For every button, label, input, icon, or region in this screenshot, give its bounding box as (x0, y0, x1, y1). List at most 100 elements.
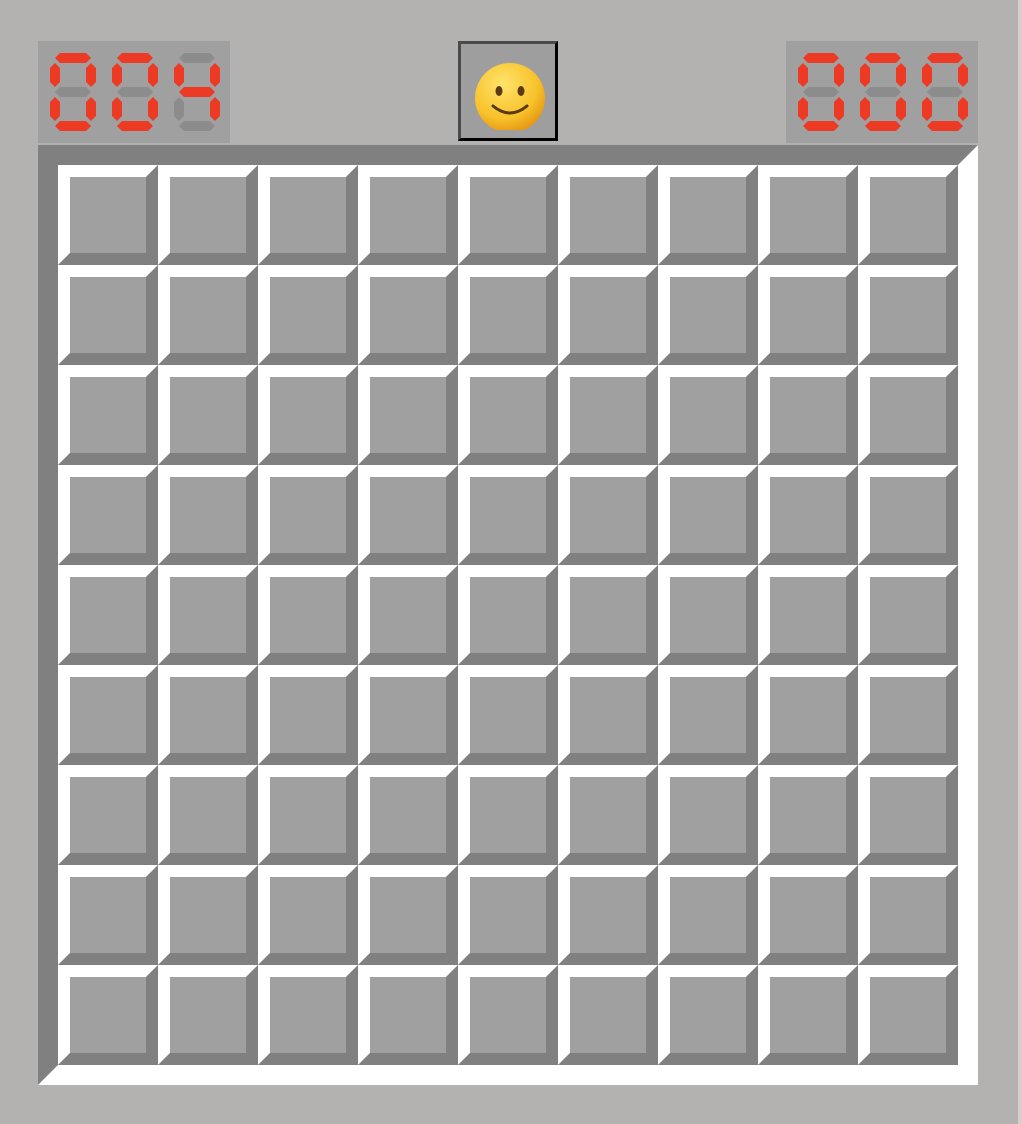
cell-r7-c6[interactable] (558, 765, 658, 865)
covered-cell-tile (258, 165, 358, 265)
cell-r4-c4[interactable] (358, 465, 458, 565)
cell-r4-c2[interactable] (158, 465, 258, 565)
timer-counter-digit-1-segment-c (834, 97, 844, 121)
cell-r8-c7[interactable] (658, 865, 758, 965)
cell-r5-c4[interactable] (358, 565, 458, 665)
cell-r3-c7[interactable] (658, 365, 758, 465)
cell-r6-c3[interactable] (258, 665, 358, 765)
cell-r3-c6[interactable] (558, 365, 658, 465)
cell-r6-c1[interactable] (58, 665, 158, 765)
cell-r5-c7[interactable] (658, 565, 758, 665)
cell-r2-c8[interactable] (758, 265, 858, 365)
cell-r2-c4[interactable] (358, 265, 458, 365)
cell-r1-c1[interactable] (58, 165, 158, 265)
cell-r6-c7[interactable] (658, 665, 758, 765)
cell-r6-c8[interactable] (758, 665, 858, 765)
cell-r3-c1[interactable] (58, 365, 158, 465)
cell-r1-c8[interactable] (758, 165, 858, 265)
cell-r7-c8[interactable] (758, 765, 858, 865)
cell-r5-c6[interactable] (558, 565, 658, 665)
cell-r2-c6[interactable] (558, 265, 658, 365)
cell-r7-c7[interactable] (658, 765, 758, 865)
cell-r2-c9[interactable] (858, 265, 958, 365)
cell-r1-c5[interactable] (458, 165, 558, 265)
cell-r2-c3[interactable] (258, 265, 358, 365)
cell-r9-c3[interactable] (258, 965, 358, 1065)
cell-r4-c9[interactable] (858, 465, 958, 565)
cell-r3-c4[interactable] (358, 365, 458, 465)
window-edge (1018, 0, 1022, 1124)
cell-r5-c5[interactable] (458, 565, 558, 665)
cell-r3-c8[interactable] (758, 365, 858, 465)
cell-r8-c9[interactable] (858, 865, 958, 965)
cell-r8-c1[interactable] (58, 865, 158, 965)
cell-r2-c2[interactable] (158, 265, 258, 365)
cell-r9-c1[interactable] (58, 965, 158, 1065)
mine-counter-digit-2-segment-c (148, 97, 158, 121)
cell-r4-c7[interactable] (658, 465, 758, 565)
cell-r7-c5[interactable] (458, 765, 558, 865)
cell-r7-c3[interactable] (258, 765, 358, 865)
cell-r8-c8[interactable] (758, 865, 858, 965)
cell-r2-c5[interactable] (458, 265, 558, 365)
timer-counter-digit-2-segment-d (865, 121, 901, 131)
cell-r9-c6[interactable] (558, 965, 658, 1065)
cell-r2-c7[interactable] (658, 265, 758, 365)
covered-cell-tile (758, 565, 858, 665)
cell-r7-c4[interactable] (358, 765, 458, 865)
cell-r1-c9[interactable] (858, 165, 958, 265)
covered-cell-tile (358, 965, 458, 1065)
covered-cell-tile (458, 365, 558, 465)
cell-r8-c3[interactable] (258, 865, 358, 965)
cell-r4-c1[interactable] (58, 465, 158, 565)
cell-r8-c4[interactable] (358, 865, 458, 965)
cell-r9-c5[interactable] (458, 965, 558, 1065)
cell-r4-c8[interactable] (758, 465, 858, 565)
covered-cell-tile (558, 765, 658, 865)
cell-r8-c6[interactable] (558, 865, 658, 965)
reset-face-button[interactable] (458, 41, 558, 141)
cell-r3-c2[interactable] (158, 365, 258, 465)
cell-r9-c9[interactable] (858, 965, 958, 1065)
timer-counter-digit-2-segment-g (865, 87, 901, 97)
cell-r2-c1[interactable] (58, 265, 158, 365)
cell-r8-c5[interactable] (458, 865, 558, 965)
cell-r5-c3[interactable] (258, 565, 358, 665)
cell-r6-c4[interactable] (358, 665, 458, 765)
cell-r1-c3[interactable] (258, 165, 358, 265)
cell-r6-c9[interactable] (858, 665, 958, 765)
cell-r9-c4[interactable] (358, 965, 458, 1065)
mine-counter-digit-3-segment-b (210, 63, 220, 87)
cell-r9-c7[interactable] (658, 965, 758, 1065)
cell-r9-c2[interactable] (158, 965, 258, 1065)
cell-r3-c3[interactable] (258, 365, 358, 465)
cell-r1-c6[interactable] (558, 165, 658, 265)
cell-r1-c7[interactable] (658, 165, 758, 265)
cell-r5-c1[interactable] (58, 565, 158, 665)
cell-r7-c9[interactable] (858, 765, 958, 865)
covered-cell-tile (258, 465, 358, 565)
cell-r5-c9[interactable] (858, 565, 958, 665)
cell-r7-c1[interactable] (58, 765, 158, 865)
covered-cell-tile (358, 565, 458, 665)
cell-r4-c6[interactable] (558, 465, 658, 565)
cell-r6-c6[interactable] (558, 665, 658, 765)
cell-r5-c2[interactable] (158, 565, 258, 665)
cell-r4-c3[interactable] (258, 465, 358, 565)
covered-cell-tile (158, 165, 258, 265)
cell-r1-c4[interactable] (358, 165, 458, 265)
cell-r7-c2[interactable] (158, 765, 258, 865)
cell-r5-c8[interactable] (758, 565, 858, 665)
cell-r3-c5[interactable] (458, 365, 558, 465)
cell-r6-c2[interactable] (158, 665, 258, 765)
cell-r1-c2[interactable] (158, 165, 258, 265)
cell-r6-c5[interactable] (458, 665, 558, 765)
covered-cell-tile (58, 865, 158, 965)
cell-r8-c2[interactable] (158, 865, 258, 965)
cell-r4-c5[interactable] (458, 465, 558, 565)
cell-r3-c9[interactable] (858, 365, 958, 465)
cell-r9-c8[interactable] (758, 965, 858, 1065)
covered-cell-tile (158, 565, 258, 665)
covered-cell-tile (558, 465, 658, 565)
mine-counter-digit-3-segment-f (174, 63, 184, 87)
